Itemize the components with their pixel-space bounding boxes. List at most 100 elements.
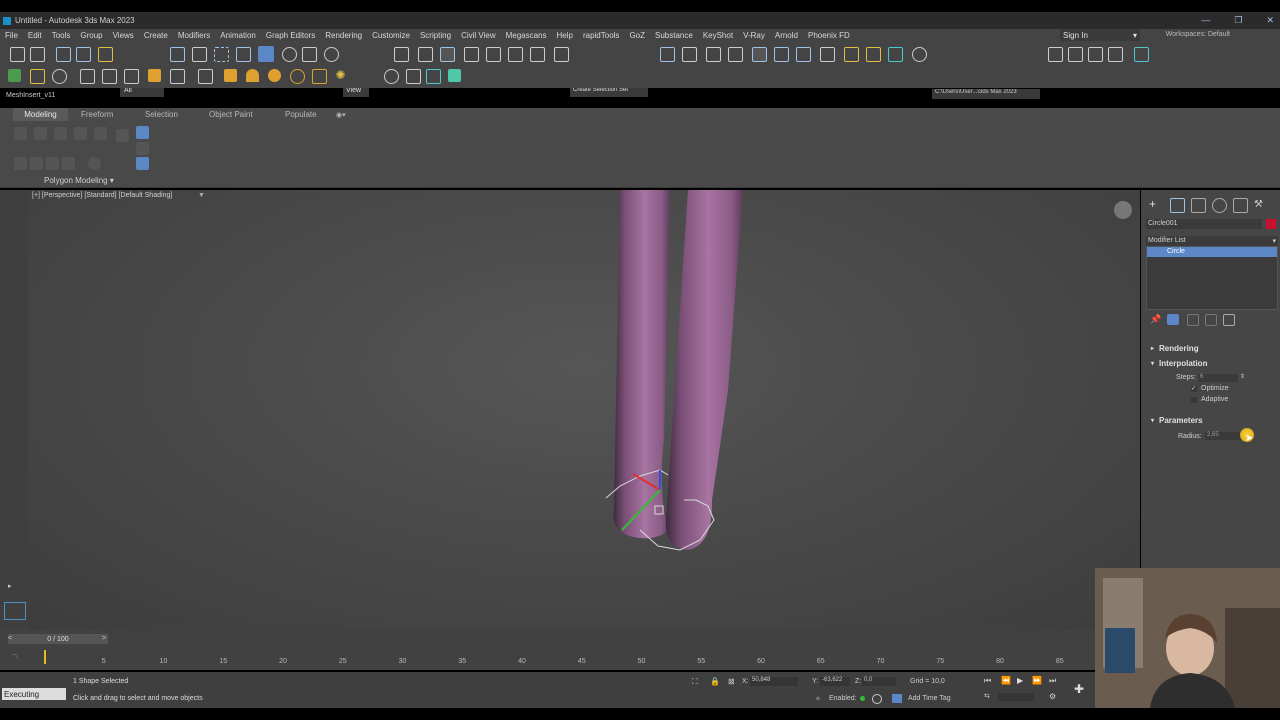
viewport-layout-thumb[interactable] bbox=[4, 602, 26, 620]
expand-arrow-icon[interactable]: ▸ bbox=[8, 582, 12, 590]
time-cursor[interactable] bbox=[44, 650, 46, 664]
isolate-selection-icon[interactable]: ⛶ bbox=[692, 677, 698, 687]
modify-tab-icon[interactable] bbox=[1170, 198, 1185, 213]
current-frame-field[interactable] bbox=[998, 693, 1034, 701]
menu-rendering[interactable]: Rendering bbox=[320, 31, 367, 40]
modifier-list-dropdown[interactable]: Modifier List ▾ bbox=[1146, 236, 1278, 246]
tool-10-icon[interactable] bbox=[290, 69, 305, 84]
rollout-interpolation[interactable]: ▾ Interpolation bbox=[1146, 357, 1278, 369]
slider-next-icon[interactable]: > bbox=[102, 635, 106, 642]
add-time-tag[interactable]: Add Time Tag bbox=[908, 695, 951, 702]
rollout-rendering[interactable]: ▸ Rendering bbox=[1146, 342, 1278, 354]
close-icon[interactable]: ✕ bbox=[1266, 15, 1274, 26]
save-project-icon[interactable] bbox=[1088, 47, 1103, 62]
external-tool-icon[interactable] bbox=[1108, 47, 1123, 62]
reference-coord-dropdown[interactable]: View bbox=[343, 87, 369, 97]
show-end-result-icon[interactable] bbox=[1167, 314, 1179, 325]
menu-modifiers[interactable]: Modifiers bbox=[173, 31, 215, 40]
pin-stack-icon[interactable]: 📌 bbox=[1150, 314, 1161, 325]
sun-icon[interactable]: ✺ bbox=[334, 69, 347, 82]
menu-arnold[interactable]: Arnold bbox=[770, 31, 803, 40]
menu-group[interactable]: Group bbox=[75, 31, 107, 40]
undo-icon[interactable] bbox=[10, 47, 25, 62]
keyboard-shortcut-override-icon[interactable] bbox=[440, 47, 455, 62]
place-icon[interactable] bbox=[324, 47, 339, 62]
ribbon-tool-d-icon[interactable] bbox=[62, 157, 75, 170]
select-by-name-icon[interactable] bbox=[192, 47, 207, 62]
vertex-icon[interactable] bbox=[14, 127, 27, 140]
ribbon-toggle-icon[interactable] bbox=[752, 47, 767, 62]
select-object-icon[interactable] bbox=[170, 47, 185, 62]
ribbon-tool-e-icon[interactable] bbox=[88, 157, 101, 170]
ribbon-tool-c-icon[interactable] bbox=[46, 157, 59, 170]
time-slider[interactable]: 0 / 100 bbox=[8, 634, 108, 644]
menu-animation[interactable]: Animation bbox=[215, 31, 261, 40]
scene-explorer-icon[interactable] bbox=[706, 47, 721, 62]
rect-selection-icon[interactable] bbox=[214, 47, 229, 62]
menu-phoenix-fd[interactable]: Phoenix FD bbox=[803, 31, 855, 40]
tool-15-icon[interactable] bbox=[448, 69, 461, 82]
x-coordinate-field[interactable]: 50,848 bbox=[750, 677, 798, 686]
go-to-start-icon[interactable]: ⏮ bbox=[984, 676, 991, 686]
angle-snap-icon[interactable] bbox=[486, 47, 501, 62]
menu-help[interactable]: Help bbox=[552, 31, 578, 40]
ribbon-options-icon[interactable]: ◉▾ bbox=[336, 108, 346, 121]
tool-5-icon[interactable] bbox=[170, 69, 185, 84]
project-path-dropdown[interactable]: C:\Users\User...\3ds Max 2023 bbox=[932, 89, 1040, 99]
tool-8-icon[interactable] bbox=[246, 69, 259, 82]
select-manipulate-icon[interactable] bbox=[418, 47, 433, 62]
unlink-icon[interactable] bbox=[76, 47, 91, 62]
time-config-icon[interactable]: ⚙ bbox=[1049, 692, 1056, 701]
menu-keyshot[interactable]: KeyShot bbox=[698, 31, 738, 40]
menu-graph-editors[interactable]: Graph Editors bbox=[261, 31, 320, 40]
tool-2-icon[interactable] bbox=[102, 69, 117, 84]
tool-4-icon[interactable] bbox=[148, 69, 161, 82]
listener-icon[interactable] bbox=[30, 69, 45, 84]
sign-in-button[interactable]: Sign In ▾ bbox=[1060, 29, 1140, 41]
menu-civil-view[interactable]: Civil View bbox=[456, 31, 501, 40]
configure-sets-icon[interactable] bbox=[1223, 314, 1235, 326]
tool-12-icon[interactable] bbox=[384, 69, 399, 84]
redo-icon[interactable] bbox=[30, 47, 45, 62]
menu-v-ray[interactable]: V-Ray bbox=[738, 31, 770, 40]
plugin-tool-icon[interactable] bbox=[8, 69, 21, 82]
object-name-field[interactable]: Circle001 bbox=[1146, 219, 1262, 229]
radius-spinner[interactable]: 2,65 bbox=[1205, 432, 1241, 440]
rotate-icon[interactable] bbox=[282, 47, 297, 62]
move-icon[interactable] bbox=[258, 46, 274, 62]
zoom-extents-icon[interactable]: ✚ bbox=[1074, 682, 1084, 696]
curve-editor-icon[interactable] bbox=[774, 47, 789, 62]
render-setup-icon[interactable] bbox=[844, 47, 859, 62]
selection-filter-dropdown[interactable]: All bbox=[120, 87, 164, 97]
menu-create[interactable]: Create bbox=[139, 31, 173, 40]
key-mode-toggle-icon[interactable]: ⇆ bbox=[984, 692, 990, 700]
ribbon-side-d-icon[interactable] bbox=[136, 157, 149, 170]
meshinsert-toolbar-label[interactable]: MeshInsert_v11 bbox=[6, 92, 55, 99]
enabled-indicator[interactable] bbox=[860, 696, 865, 701]
maxscript-mini-listener[interactable]: Executing bbox=[2, 688, 66, 700]
motion-tab-icon[interactable] bbox=[1212, 198, 1227, 213]
project-folder-icon[interactable] bbox=[1048, 47, 1063, 62]
tool-11-icon[interactable] bbox=[312, 69, 327, 84]
rendered-frame-window-icon[interactable] bbox=[866, 47, 881, 62]
viewcube-icon[interactable] bbox=[1114, 201, 1132, 219]
edge-icon[interactable] bbox=[34, 127, 47, 140]
element-icon[interactable] bbox=[94, 127, 107, 140]
menu-rapidtools[interactable]: rapidTools bbox=[578, 31, 624, 40]
go-to-end-icon[interactable]: ⏭ bbox=[1049, 676, 1056, 686]
timeline-ruler[interactable]: 0510152025303540455055606570758085 bbox=[30, 650, 1095, 668]
link-icon[interactable] bbox=[56, 47, 71, 62]
tool-3-icon[interactable] bbox=[124, 69, 139, 84]
scale-icon[interactable] bbox=[302, 47, 317, 62]
optimize-checkbox[interactable]: ✓ bbox=[1191, 386, 1197, 392]
display-tab-icon[interactable] bbox=[1233, 198, 1248, 213]
hierarchy-tab-icon[interactable] bbox=[1191, 198, 1206, 213]
stack-item-circle[interactable]: Circle bbox=[1147, 247, 1277, 257]
create-tab-icon[interactable]: + bbox=[1149, 198, 1162, 211]
maximize-icon[interactable]: ❐ bbox=[1234, 15, 1242, 26]
y-coordinate-field[interactable]: -63,622 bbox=[820, 677, 850, 686]
tab-selection[interactable]: Selection bbox=[145, 108, 178, 121]
z-coordinate-field[interactable]: 0,0 bbox=[862, 677, 896, 686]
viewport-label-menu[interactable]: [+] [Perspective] [Standard] [Default Sh… bbox=[32, 192, 172, 199]
window-crossing-icon[interactable] bbox=[236, 47, 251, 62]
